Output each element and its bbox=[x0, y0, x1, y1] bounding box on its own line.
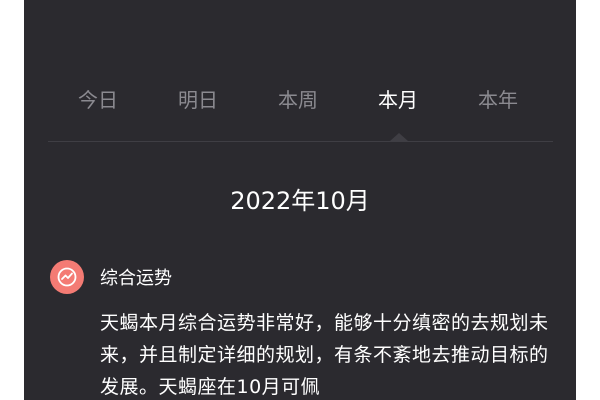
section-title: 综合运势 bbox=[100, 268, 172, 289]
tab-this-year[interactable]: 本年 bbox=[448, 80, 548, 120]
tab-tomorrow[interactable]: 明日 bbox=[148, 80, 248, 120]
period-tabs: 今日 明日 本周 本月 本年 bbox=[48, 80, 548, 120]
date-title: 2022年10月 bbox=[230, 187, 370, 215]
tabs-divider bbox=[48, 141, 553, 142]
tab-this-month[interactable]: 本月 bbox=[348, 80, 448, 120]
tab-this-week[interactable]: 本周 bbox=[248, 80, 348, 120]
trend-chart-icon bbox=[50, 260, 84, 294]
active-tab-indicator bbox=[390, 133, 408, 141]
fortune-paragraph: 天蝎本月综合运势非常好，能够十分缜密的去规划未来，并且制定详细的规划，有条不紊地… bbox=[100, 312, 549, 398]
app-screen: 今日 明日 本周 本月 本年 2022年10月 综合运势 天蝎本月综合运势非常好… bbox=[24, 0, 576, 400]
section-header: 综合运势 bbox=[50, 260, 172, 294]
tab-today[interactable]: 今日 bbox=[48, 80, 148, 120]
